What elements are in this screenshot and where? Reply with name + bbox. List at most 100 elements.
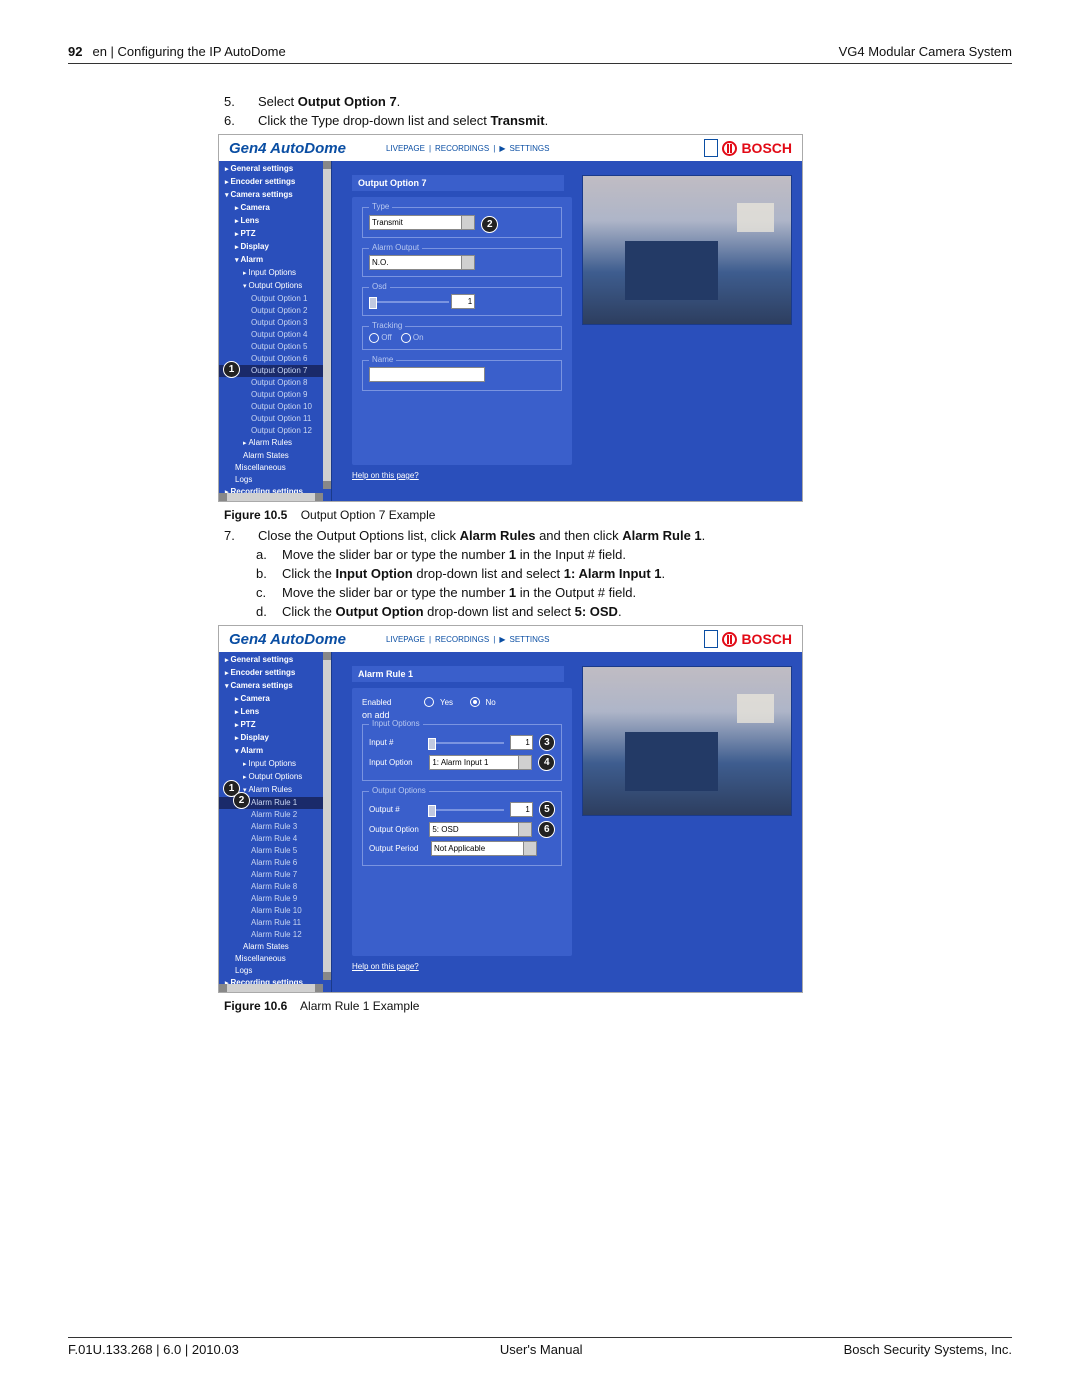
- input-num-field[interactable]: 1: [510, 735, 533, 750]
- sidebar-camera[interactable]: Camera: [219, 202, 331, 215]
- figure-label: Figure 10.5: [224, 508, 287, 522]
- sidebar-alarm-states[interactable]: Alarm States: [219, 450, 331, 462]
- sidebar-2[interactable]: General settings Encoder settings Camera…: [219, 652, 332, 992]
- sidebar-camera-settings[interactable]: Camera settings: [219, 189, 331, 202]
- callout-2: 2: [481, 216, 498, 233]
- sidebar-output-4[interactable]: Output Option 4: [219, 329, 331, 341]
- bosch-brand-2: BOSCH: [741, 631, 792, 647]
- enabled-yes-label: Yes: [440, 698, 453, 707]
- sidebar-input-options[interactable]: Input Options: [219, 267, 331, 280]
- sidebar-display[interactable]: Display: [219, 241, 331, 254]
- sidebar2-rule-3[interactable]: Alarm Rule 3: [219, 821, 331, 833]
- tab-settings-2[interactable]: SETTINGS: [509, 635, 549, 644]
- sidebar-lens[interactable]: Lens: [219, 215, 331, 228]
- sidebar-output-5[interactable]: Output Option 5: [219, 341, 331, 353]
- doc-icon-2: [704, 630, 718, 648]
- output-option-select[interactable]: 5: OSD: [429, 822, 532, 837]
- sidebar-output-options[interactable]: Output Options: [219, 280, 331, 293]
- vertical-scrollbar[interactable]: [323, 161, 331, 489]
- sidebar2-camera-settings[interactable]: Camera settings: [219, 680, 331, 693]
- help-link[interactable]: Help on this page?: [352, 471, 419, 480]
- horizontal-scrollbar[interactable]: [219, 493, 323, 501]
- sidebar-misc[interactable]: Miscellaneous: [219, 462, 331, 474]
- sidebar[interactable]: General settings Encoder settings Camera…: [219, 161, 332, 501]
- settings-arrow-icon-2: ▶: [499, 635, 505, 644]
- output-period-select[interactable]: Not Applicable: [431, 841, 537, 856]
- output-num-label: Output #: [369, 805, 422, 814]
- sidebar2-misc[interactable]: Miscellaneous: [219, 953, 331, 965]
- gui-title: Gen4 AutoDome: [229, 140, 346, 157]
- tracking-off-radio[interactable]: [369, 333, 379, 343]
- sidebar2-rule-7[interactable]: Alarm Rule 7: [219, 869, 331, 881]
- sidebar2-rule-11[interactable]: Alarm Rule 11: [219, 917, 331, 929]
- sidebar-alarm-rules[interactable]: Alarm Rules: [219, 437, 331, 450]
- enabled-yes-radio[interactable]: [424, 697, 434, 707]
- sidebar2-general[interactable]: General settings: [219, 654, 331, 667]
- alarm-output-select[interactable]: N.O.: [369, 255, 475, 270]
- tab-recordings-2[interactable]: RECORDINGS: [435, 635, 489, 644]
- name-input[interactable]: [369, 367, 485, 382]
- sidebar2-rule-4[interactable]: Alarm Rule 4: [219, 833, 331, 845]
- type-legend: Type: [369, 202, 392, 211]
- tracking-on-label: On: [413, 333, 424, 342]
- tracking-on-radio[interactable]: [401, 333, 411, 343]
- alarm-output-legend: Alarm Output: [369, 243, 422, 252]
- sidebar-general[interactable]: General settings: [219, 163, 331, 176]
- tab-settings[interactable]: SETTINGS: [509, 144, 549, 153]
- sidebar2-rule-9[interactable]: Alarm Rule 9: [219, 893, 331, 905]
- sidebar-output-10[interactable]: Output Option 10: [219, 401, 331, 413]
- sidebar2-input-options[interactable]: Input Options: [219, 758, 331, 771]
- osd-slider[interactable]: [369, 301, 449, 303]
- sidebar-encoder[interactable]: Encoder settings: [219, 176, 331, 189]
- sidebar2-alarm[interactable]: Alarm: [219, 745, 331, 758]
- sidebar2-alarm-states[interactable]: Alarm States: [219, 941, 331, 953]
- tab-recordings[interactable]: RECORDINGS: [435, 144, 489, 153]
- sidebar-ptz[interactable]: PTZ: [219, 228, 331, 241]
- sidebar-output-12[interactable]: Output Option 12: [219, 425, 331, 437]
- product-name: VG4 Modular Camera System: [839, 44, 1012, 59]
- sidebar2-lens[interactable]: Lens: [219, 706, 331, 719]
- video-preview-2: [582, 666, 792, 816]
- sidebar2-rule-6[interactable]: Alarm Rule 6: [219, 857, 331, 869]
- sidebar-logs[interactable]: Logs: [219, 474, 331, 486]
- output-num-field[interactable]: 1: [510, 802, 533, 817]
- sidebar-output-8[interactable]: Output Option 8: [219, 377, 331, 389]
- callout-4: 4: [538, 754, 555, 771]
- sidebar-output-1[interactable]: Output Option 1: [219, 293, 331, 305]
- help-link-2[interactable]: Help on this page?: [352, 962, 419, 971]
- sidebar2-rule-5[interactable]: Alarm Rule 5: [219, 845, 331, 857]
- sidebar2-rule-12[interactable]: Alarm Rule 12: [219, 929, 331, 941]
- horizontal-scrollbar-2[interactable]: [219, 984, 323, 992]
- sidebar2-ptz[interactable]: PTZ: [219, 719, 331, 732]
- osd-input[interactable]: 1: [451, 294, 475, 309]
- sidebar-alarm[interactable]: Alarm: [219, 254, 331, 267]
- step-7c: c. Move the slider bar or type the numbe…: [282, 585, 1012, 600]
- bosch-logo-icon: [722, 141, 737, 156]
- input-option-select[interactable]: 1: Alarm Input 1: [429, 755, 532, 770]
- sidebar2-display[interactable]: Display: [219, 732, 331, 745]
- enabled-no-radio[interactable]: [470, 697, 480, 707]
- sidebar2-rule-8[interactable]: Alarm Rule 8: [219, 881, 331, 893]
- sidebar-output-11[interactable]: Output Option 11: [219, 413, 331, 425]
- sidebar2-encoder[interactable]: Encoder settings: [219, 667, 331, 680]
- video-preview: [582, 175, 792, 325]
- output-num-slider[interactable]: [428, 809, 504, 811]
- sidebar2-rule-2[interactable]: Alarm Rule 2: [219, 809, 331, 821]
- alarm-rule-panel: Enabled Yes No on add Input Options: [352, 688, 572, 956]
- sidebar2-logs[interactable]: Logs: [219, 965, 331, 977]
- gui-screenshot-1: Gen4 AutoDome LIVEPAGE| RECORDINGS| ▶ SE…: [218, 134, 803, 502]
- figure-caption-text: Output Option 7 Example: [301, 508, 436, 522]
- sidebar2-camera[interactable]: Camera: [219, 693, 331, 706]
- type-select[interactable]: Transmit: [369, 215, 475, 230]
- vertical-scrollbar-2[interactable]: [323, 652, 331, 980]
- sidebar-output-2[interactable]: Output Option 2: [219, 305, 331, 317]
- figure-10-5: Gen4 AutoDome LIVEPAGE| RECORDINGS| ▶ SE…: [218, 134, 1012, 522]
- sidebar-output-9[interactable]: Output Option 9: [219, 389, 331, 401]
- sidebar-output-3[interactable]: Output Option 3: [219, 317, 331, 329]
- tab-livepage-2[interactable]: LIVEPAGE: [386, 635, 425, 644]
- sidebar2-rule-10[interactable]: Alarm Rule 10: [219, 905, 331, 917]
- page-number: 92: [68, 44, 82, 59]
- input-num-slider[interactable]: [428, 742, 504, 744]
- tab-livepage[interactable]: LIVEPAGE: [386, 144, 425, 153]
- section-path: en | Configuring the IP AutoDome: [92, 44, 285, 59]
